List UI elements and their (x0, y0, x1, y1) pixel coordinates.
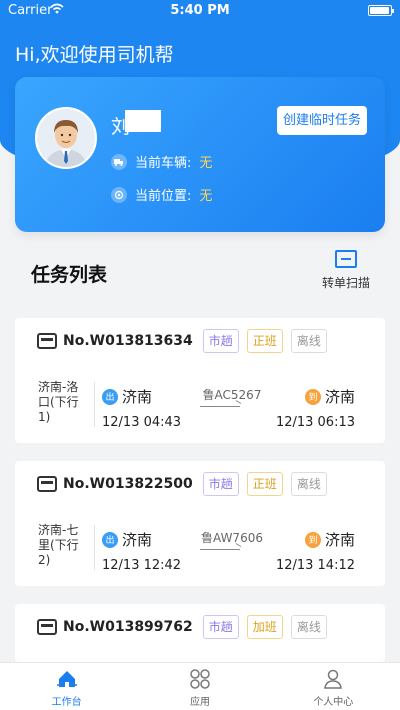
task-number: No.W013899762 (63, 619, 193, 635)
clock: 5:40 PM (170, 3, 230, 18)
location-target-icon (111, 186, 127, 203)
battery-icon (368, 5, 394, 16)
departure-name: 济南 (122, 388, 153, 406)
tag-city: 市趟 (202, 329, 239, 353)
arrival-station: 到 济南 (304, 386, 355, 407)
arrive-badge: 到 (304, 388, 321, 405)
vehicle-value: 无 (199, 156, 213, 171)
tag-offline: 离线 (290, 615, 327, 639)
tag-shift: 加班 (246, 615, 283, 639)
depart-badge: 出 (102, 388, 118, 405)
tab-label: 应用 (189, 697, 210, 708)
user-icon (322, 668, 344, 690)
tab-apps[interactable]: 应用 (133, 663, 266, 710)
arrow-right-icon (200, 406, 240, 407)
home-icon (56, 668, 78, 690)
arrival-name: 济南 (324, 531, 355, 549)
name-redaction (125, 110, 161, 132)
task-card-header: No.W013813634 市趟 正班 离线 (15, 318, 385, 364)
current-location-row: 当前位置: 无 (111, 185, 212, 204)
arrival-station: 到 济南 (304, 529, 355, 550)
route-name: 济南-洛口(下行1) (38, 380, 79, 424)
tag-shift: 正班 (246, 329, 283, 353)
task-number: No.W013813634 (63, 333, 193, 349)
apps-grid-icon (189, 668, 211, 690)
task-card[interactable]: No.W013813634 市趟 正班 离线 济南-洛口(下行1) 出 济南 鲁… (15, 318, 385, 443)
profile-card: 刘 创建临时任务 当前车辆: 无 当前位置: 无 (15, 77, 385, 232)
task-card[interactable]: No.W013899762 市趟 加班 离线 (15, 604, 385, 662)
tab-label: 工作台 (51, 697, 82, 708)
divider (94, 382, 95, 427)
avatar[interactable] (35, 107, 97, 169)
vehicle-label: 当前车辆: (135, 156, 192, 171)
current-vehicle-row: 当前车辆: 无 (111, 152, 212, 171)
create-temp-task-button[interactable]: 创建临时任务 (276, 106, 367, 135)
bus-icon (37, 333, 57, 349)
departure-station: 出 济南 (102, 529, 152, 550)
tag-offline: 离线 (290, 329, 327, 353)
arrival-name: 济南 (324, 388, 355, 406)
arrival-time: 12/13 14:12 (275, 558, 355, 573)
tab-label: 个人中心 (313, 697, 354, 708)
departure-time: 12/13 12:42 (102, 558, 182, 573)
departure-name: 济南 (122, 531, 153, 549)
transfer-scan-label: 转单扫描 (321, 276, 370, 290)
location-value: 无 (199, 189, 213, 204)
route-name: 济南-七里(下行2) (38, 523, 79, 567)
tag-offline: 离线 (290, 472, 327, 496)
bottom-tab-bar: 工作台 应用 个人中心 (0, 662, 400, 710)
bus-icon (37, 476, 57, 492)
departure-station: 出 济南 (102, 386, 152, 407)
task-card-header: No.W013899762 市趟 加班 离线 (15, 604, 385, 650)
plate-number: 鲁AW7606 (201, 531, 263, 545)
arrow-right-icon (200, 549, 240, 550)
task-card-header: No.W013822500 市趟 正班 离线 (15, 461, 385, 507)
bus-icon (37, 619, 57, 635)
arrive-badge: 到 (304, 531, 321, 548)
task-list-title: 任务列表 (31, 264, 108, 286)
status-bar: Carrier 5:40 PM (0, 0, 400, 22)
location-label: 当前位置: (135, 189, 192, 204)
plate-number: 鲁AC5267 (202, 388, 262, 402)
tab-workbench[interactable]: 工作台 (0, 663, 133, 710)
truck-icon (111, 153, 127, 170)
depart-badge: 出 (102, 531, 118, 548)
transfer-scan-button[interactable]: 转单扫描 (316, 250, 376, 291)
tag-city: 市趟 (202, 615, 239, 639)
greeting-text: Hi,欢迎使用司机帮 (15, 44, 174, 66)
arrival-time: 12/13 06:13 (275, 415, 355, 430)
scan-icon (335, 250, 357, 268)
divider (94, 525, 95, 570)
tab-profile[interactable]: 个人中心 (267, 663, 400, 710)
task-number: No.W013822500 (63, 476, 193, 492)
departure-time: 12/13 04:43 (102, 415, 182, 430)
task-card[interactable]: No.W013822500 市趟 正班 离线 济南-七里(下行2) 出 济南 鲁… (15, 461, 385, 586)
tag-shift: 正班 (246, 472, 283, 496)
tag-city: 市趟 (202, 472, 239, 496)
